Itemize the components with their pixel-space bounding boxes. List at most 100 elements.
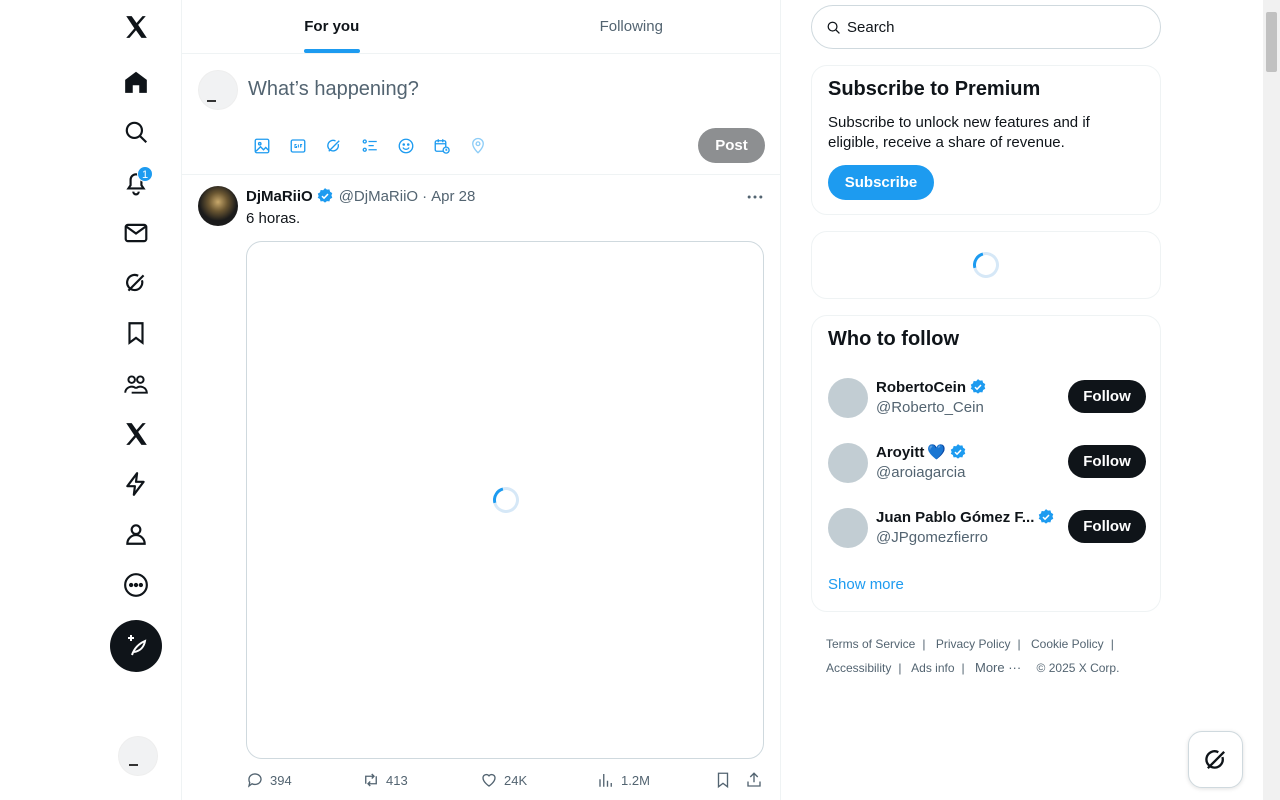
communities-icon[interactable] [110, 362, 162, 406]
view-count: 1.2M [621, 772, 650, 788]
page-scrollbar[interactable] [1263, 0, 1280, 800]
follow-button[interactable]: Follow [1068, 445, 1146, 478]
primary-nav: 1 [110, 0, 162, 800]
explore-icon[interactable] [110, 110, 162, 154]
post-composer: Post [182, 54, 781, 175]
premium-title: Subscribe to Premium [828, 78, 1041, 100]
verified-badge-icon [950, 444, 966, 459]
compose-post-button[interactable] [110, 620, 162, 672]
verified-badge-icon [970, 379, 986, 394]
suggestion-handle: @JPgomezfierro [876, 529, 988, 546]
reply-count: 394 [270, 772, 292, 788]
tweet-date[interactable]: Apr 28 [431, 188, 475, 205]
verified-badge-icon [1039, 509, 1054, 524]
tweet-actions: 394 413 24K 1.2M [246, 771, 766, 791]
grok-icon[interactable] [110, 261, 162, 305]
account-avatar[interactable] [118, 736, 158, 776]
messages-icon[interactable] [110, 211, 162, 255]
profile-icon[interactable] [110, 512, 162, 556]
search-icon [827, 21, 840, 34]
like-button[interactable]: 24K [480, 771, 527, 789]
composer-avatar [198, 70, 238, 110]
copyright: © 2025 X Corp. [1036, 661, 1120, 675]
follow-button[interactable]: Follow [1068, 510, 1146, 543]
terms-link[interactable]: Terms of Service [826, 637, 915, 651]
follow-suggestion[interactable]: RobertoCein @Roberto_Cein Follow [828, 376, 1146, 420]
avatar[interactable] [828, 443, 868, 483]
cookie-link[interactable]: Cookie Policy [1031, 637, 1104, 651]
post-button[interactable]: Post [698, 128, 765, 163]
suggestion-name[interactable]: RobertoCein [876, 378, 990, 396]
tab-following[interactable]: Following [482, 0, 782, 53]
grok-button[interactable] [1188, 731, 1243, 788]
notification-badge: 1 [137, 166, 153, 182]
timeline: For you Following Post DjMaRiiO @DjMaRii… [181, 0, 781, 800]
scrollbar-thumb[interactable] [1266, 12, 1277, 72]
home-icon[interactable] [110, 60, 162, 104]
heart-icon [482, 773, 496, 787]
like-count: 24K [504, 772, 528, 788]
suggestion-name[interactable]: Aroyitt 💙 [876, 443, 970, 461]
tweet-media[interactable] [246, 241, 764, 759]
bookmark-button[interactable] [714, 771, 738, 789]
composer-tools [244, 132, 496, 160]
tweet-author-avatar[interactable] [198, 186, 238, 226]
location-icon[interactable] [460, 132, 496, 160]
views-button[interactable]: 1.2M [597, 771, 650, 789]
grok-icon [1204, 749, 1225, 769]
user-name: Aroyitt [876, 443, 925, 461]
more-link[interactable]: More ··· [975, 660, 1021, 675]
loading-spinner-icon [968, 247, 1004, 283]
follow-suggestion[interactable]: Aroyitt 💙 @aroiagarcia Follow [828, 441, 1146, 485]
grok-tool-icon[interactable] [316, 132, 352, 160]
verified-orgs-icon[interactable] [110, 462, 162, 506]
accessibility-link[interactable]: Accessibility [826, 661, 891, 675]
verified-badge-icon [317, 188, 332, 203]
avatar[interactable] [828, 378, 868, 418]
tweet-text: 6 horas. [246, 210, 301, 227]
more-icon[interactable] [110, 563, 162, 607]
tweet-author-name[interactable]: DjMaRiiO [246, 188, 313, 205]
poll-icon[interactable] [352, 132, 388, 160]
search-input[interactable] [847, 18, 1127, 36]
share-button[interactable] [745, 771, 769, 789]
show-more-link[interactable]: Show more [828, 576, 904, 593]
repost-button[interactable]: 413 [362, 771, 408, 789]
views-chart-icon [599, 774, 612, 787]
ads-info-link[interactable]: Ads info [911, 661, 954, 675]
privacy-link[interactable]: Privacy Policy [936, 637, 1011, 651]
premium-icon[interactable] [110, 412, 162, 456]
user-name: Juan Pablo Gómez F... [876, 508, 1035, 526]
notifications-icon[interactable]: 1 [110, 161, 162, 205]
blue-heart-emoji: 💙 [927, 444, 947, 461]
composer-input[interactable] [248, 78, 748, 101]
tweet-author-handle[interactable]: @DjMaRiiO [339, 188, 418, 205]
bookmarks-icon[interactable] [110, 311, 162, 355]
gif-icon[interactable] [280, 132, 316, 160]
tab-for-you[interactable]: For you [182, 0, 482, 53]
emoji-icon[interactable] [388, 132, 424, 160]
sidebar-footer: Terms of Service | Privacy Policy | Cookie… [826, 637, 1120, 675]
trends-loading-card [811, 231, 1161, 299]
suggestion-name[interactable]: Juan Pablo Gómez F... [876, 508, 1058, 526]
more-options-icon[interactable] [745, 187, 765, 207]
reply-icon [247, 773, 262, 788]
schedule-icon[interactable] [424, 132, 460, 160]
tweet-header: DjMaRiiO @DjMaRiiO · Apr 28 [246, 187, 475, 205]
meta-separator: · [422, 187, 428, 205]
tweet[interactable]: DjMaRiiO @DjMaRiiO · Apr 28 6 horas. 394… [182, 175, 781, 800]
follow-suggestion[interactable]: Juan Pablo Gómez F... @JPgomezfierro Fol… [828, 506, 1146, 550]
suggestion-handle: @aroiagarcia [876, 464, 966, 481]
media-icon[interactable] [244, 132, 280, 160]
share-icon [747, 772, 761, 787]
avatar[interactable] [828, 508, 868, 548]
subscribe-button[interactable]: Subscribe [828, 165, 934, 200]
user-name: RobertoCein [876, 378, 966, 396]
follow-button[interactable]: Follow [1068, 380, 1146, 413]
reply-button[interactable]: 394 [246, 771, 292, 789]
timeline-tabs: For you Following [182, 0, 781, 54]
x-logo-icon[interactable] [110, 5, 162, 49]
search-box[interactable] [811, 5, 1161, 49]
suggestion-handle: @Roberto_Cein [876, 399, 984, 416]
feather-plus-icon [128, 635, 147, 656]
